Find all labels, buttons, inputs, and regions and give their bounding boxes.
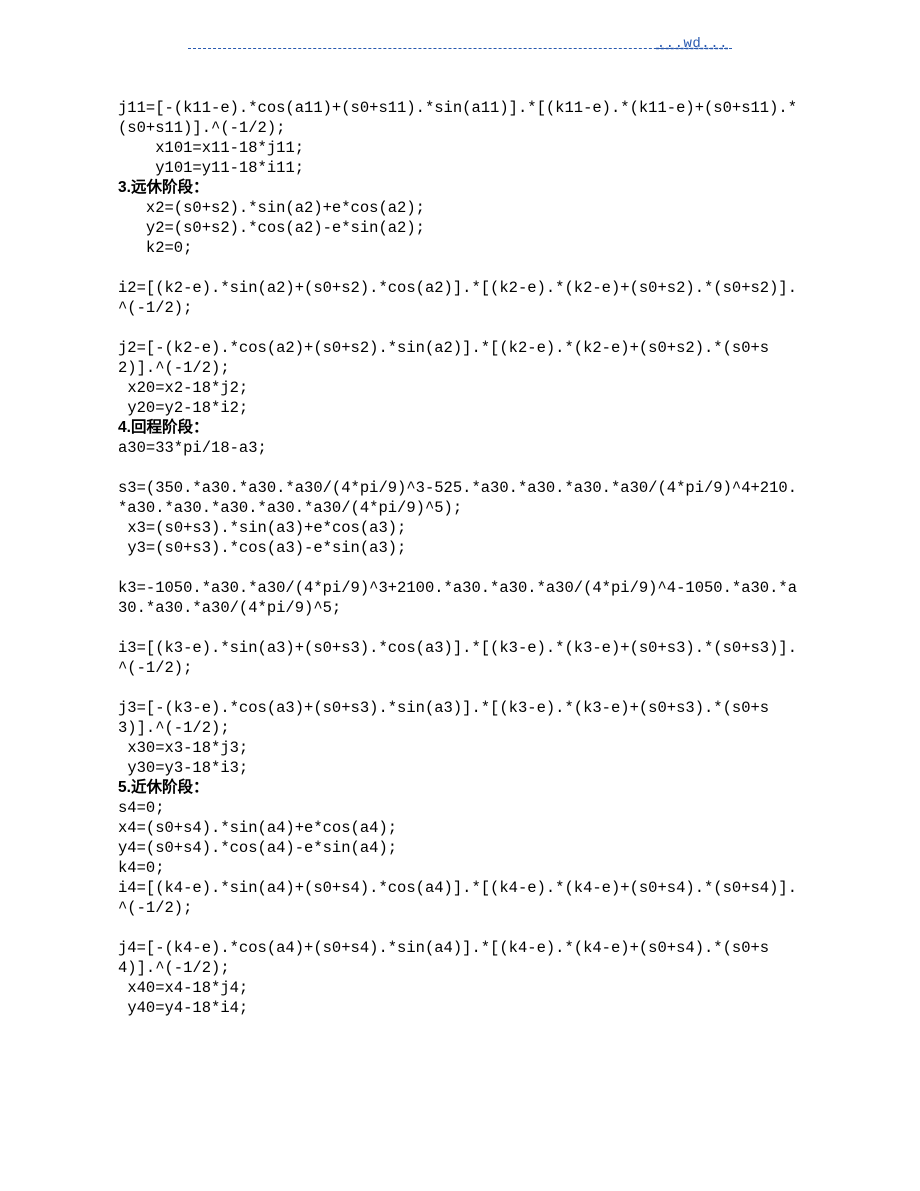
header-divider xyxy=(188,48,732,49)
heading-number: 5. xyxy=(118,779,131,796)
code-line: x30=x3-18*j3; xyxy=(118,738,802,758)
section-heading: 4.回程阶段： xyxy=(118,418,802,438)
code-line: k4=0; xyxy=(118,858,802,878)
code-line: x40=x4-18*j4; xyxy=(118,978,802,998)
code-line: j11=[-(k11-e).*cos(a11)+(s0+s11).*sin(a1… xyxy=(118,98,802,138)
section-heading: 5.近休阶段： xyxy=(118,778,802,798)
heading-text: 远休阶段： xyxy=(131,179,209,196)
code-line: i2=[(k2-e).*sin(a2)+(s0+s2).*cos(a2)].*[… xyxy=(118,278,802,318)
code-line: x20=x2-18*j2; xyxy=(118,378,802,398)
code-line: i3=[(k3-e).*sin(a3)+(s0+s3).*cos(a3)].*[… xyxy=(118,638,802,678)
section-heading: 3.远休阶段： xyxy=(118,178,802,198)
code-line: a30=33*pi/18-a3; xyxy=(118,438,802,458)
code-line: y40=y4-18*i4; xyxy=(118,998,802,1018)
heading-text: 近休阶段： xyxy=(131,779,209,796)
code-line: x3=(s0+s3).*sin(a3)+e*cos(a3); xyxy=(118,518,802,538)
blank-line xyxy=(118,678,802,698)
blank-line xyxy=(118,558,802,578)
blank-line xyxy=(118,618,802,638)
code-line: j2=[-(k2-e).*cos(a2)+(s0+s2).*sin(a2)].*… xyxy=(118,338,802,378)
code-line: j3=[-(k3-e).*cos(a3)+(s0+s3).*sin(a3)].*… xyxy=(118,698,802,738)
code-line: y4=(s0+s4).*cos(a4)-e*sin(a4); xyxy=(118,838,802,858)
code-line: k2=0; xyxy=(118,238,802,258)
heading-number: 4. xyxy=(118,419,131,436)
code-line: y2=(s0+s2).*cos(a2)-e*sin(a2); xyxy=(118,218,802,238)
code-line: y20=y2-18*i2; xyxy=(118,398,802,418)
blank-line xyxy=(118,458,802,478)
code-line: j4=[-(k4-e).*cos(a4)+(s0+s4).*sin(a4)].*… xyxy=(118,938,802,978)
blank-line xyxy=(118,318,802,338)
code-line: k3=-1050.*a30.*a30/(4*pi/9)^3+2100.*a30.… xyxy=(118,578,802,618)
code-line: i4=[(k4-e).*sin(a4)+(s0+s4).*cos(a4)].*[… xyxy=(118,878,802,918)
code-line: y3=(s0+s3).*cos(a3)-e*sin(a3); xyxy=(118,538,802,558)
code-line: x4=(s0+s4).*sin(a4)+e*cos(a4); xyxy=(118,818,802,838)
blank-line xyxy=(118,918,802,938)
page: ...wd... j11=[-(k11-e).*cos(a11)+(s0+s11… xyxy=(0,0,920,1191)
code-line: x2=(s0+s2).*sin(a2)+e*cos(a2); xyxy=(118,198,802,218)
code-line: y30=y3-18*i3; xyxy=(118,758,802,778)
heading-text: 回程阶段： xyxy=(131,419,209,436)
blank-line xyxy=(118,258,802,278)
code-line: s3=(350.*a30.*a30.*a30/(4*pi/9)^3-525.*a… xyxy=(118,478,802,518)
code-line: y101=y11-18*i11; xyxy=(118,158,802,178)
heading-number: 3. xyxy=(118,179,131,196)
header-label: ...wd... xyxy=(657,36,728,52)
document-body: j11=[-(k11-e).*cos(a11)+(s0+s11).*sin(a1… xyxy=(118,98,802,1018)
code-line: x101=x11-18*j11; xyxy=(118,138,802,158)
code-line: s4=0; xyxy=(118,798,802,818)
